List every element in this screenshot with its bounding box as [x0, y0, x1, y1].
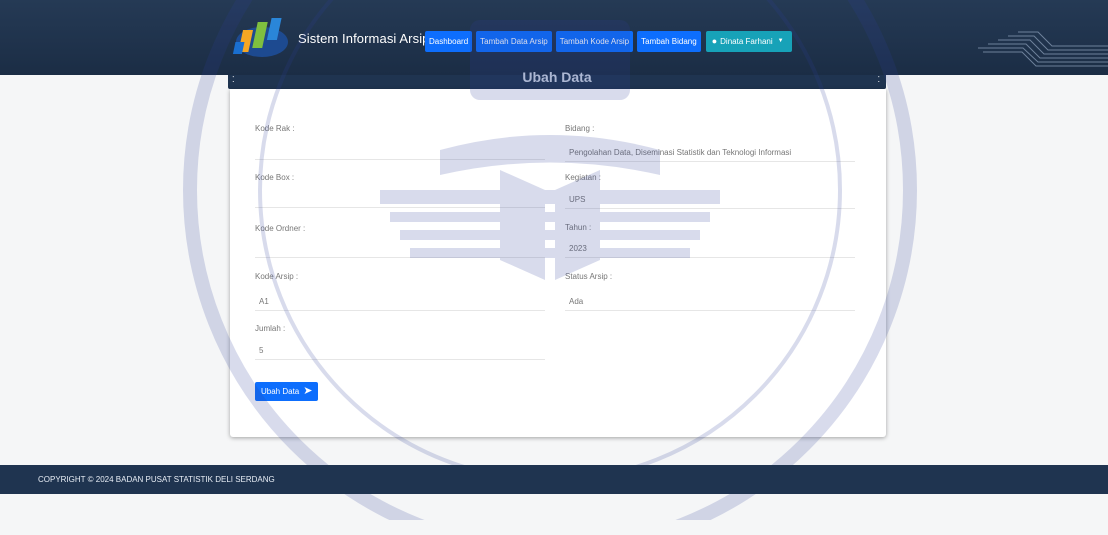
kode-arsip-input[interactable]: A1 — [255, 292, 545, 311]
bidang-select[interactable]: Pengolahan Data, Diseminasi Statistik da… — [565, 143, 855, 162]
nav-tambah-kode-arsip-button[interactable]: Tambah Kode Arsip — [555, 31, 634, 52]
edit-form-card: Kode Rak : Kode Box : Kode Ordner : Kode… — [230, 89, 886, 437]
status-arsip-select[interactable]: Ada — [565, 292, 855, 311]
kode-box-label: Kode Box : — [255, 173, 295, 182]
bps-logo-icon — [232, 18, 288, 57]
caret-down-icon: ▼ — [777, 38, 784, 44]
send-arrow-icon: ➤ — [303, 385, 313, 397]
top-navbar: Sistem Informasi Arsip Dashboard Tambah … — [0, 0, 1108, 75]
footer: COPYRIGHT © 2024 BADAN PUSAT STATISTIK D… — [0, 465, 1108, 494]
ubah-data-label: Ubah Data — [261, 387, 300, 396]
tahun-label: Tahun : — [565, 223, 592, 232]
circuit-decoration — [978, 31, 1108, 67]
corner-dots-icon: ⁚ — [877, 75, 880, 84]
status-arsip-label: Status Arsip : — [565, 272, 613, 281]
nav-dashboard-button[interactable]: Dashboard — [425, 31, 473, 52]
jumlah-label: Jumlah : — [255, 324, 286, 333]
user-name: Dinata Farhani — [720, 37, 773, 46]
card-header: ⁚ Ubah Data ⁚ — [228, 69, 886, 89]
user-menu-dropdown[interactable]: ● Dinata Farhani ▼ — [705, 31, 792, 52]
kode-rak-input[interactable] — [255, 141, 545, 160]
brand[interactable]: Sistem Informasi Arsip — [232, 16, 430, 60]
kode-box-input[interactable] — [255, 189, 545, 208]
app-title: Sistem Informasi Arsip — [298, 30, 430, 46]
kegiatan-select[interactable]: UPS — [565, 190, 855, 209]
kode-arsip-label: Kode Arsip : — [255, 272, 299, 281]
footer-copyright: COPYRIGHT © 2024 BADAN PUSAT STATISTIK D… — [38, 475, 275, 484]
tahun-input[interactable]: 2023 — [565, 239, 855, 258]
bidang-label: Bidang : — [565, 124, 595, 133]
card-title: Ubah Data — [522, 69, 592, 85]
nav-tambah-data-arsip-button[interactable]: Tambah Data Arsip — [476, 31, 552, 52]
jumlah-input[interactable]: 5 — [255, 341, 545, 360]
kode-ordner-label: Kode Ordner : — [255, 224, 306, 233]
kode-ordner-input[interactable] — [255, 239, 545, 258]
kode-rak-label: Kode Rak : — [255, 124, 295, 133]
main-nav: Dashboard Tambah Data Arsip Tambah Kode … — [425, 31, 792, 52]
ubah-data-button[interactable]: Ubah Data ➤ — [255, 382, 319, 401]
nav-tambah-bidang-button[interactable]: Tambah Bidang — [637, 31, 701, 52]
user-circle-icon: ● — [711, 36, 718, 46]
kegiatan-label: Kegiatan : — [565, 173, 602, 182]
